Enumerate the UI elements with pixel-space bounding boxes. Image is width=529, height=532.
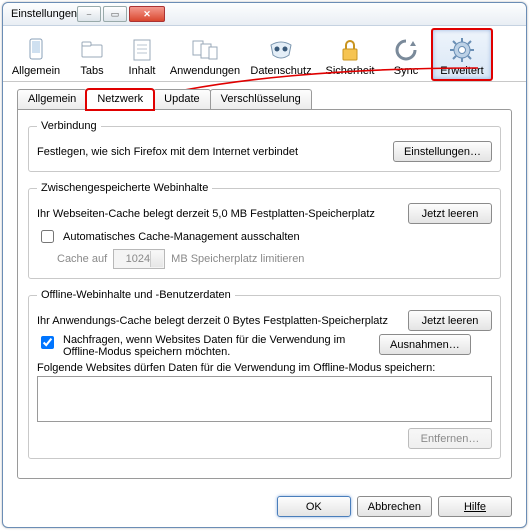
category-sync[interactable]: Sync bbox=[381, 28, 431, 81]
device-icon bbox=[21, 35, 51, 65]
cache-limit-pre: Cache auf bbox=[57, 253, 107, 265]
gear-icon bbox=[447, 35, 477, 65]
category-label: Datenschutz bbox=[250, 65, 311, 77]
cache-desc: Ihr Webseiten-Cache belegt derzeit 5,0 M… bbox=[37, 208, 402, 220]
connection-legend: Verbindung bbox=[37, 120, 101, 132]
category-tabs[interactable]: Tabs bbox=[67, 28, 117, 81]
category-label: Sicherheit bbox=[326, 65, 375, 77]
maximize-button[interactable]: ▭ bbox=[103, 6, 127, 22]
offline-list-label: Folgende Websites dürfen Daten für die V… bbox=[37, 362, 435, 374]
category-label: Tabs bbox=[80, 65, 103, 77]
settings-window: Einstellungen ⎯ ▭ ✕ Allgemein Tabs Inhal… bbox=[2, 2, 527, 528]
category-applications[interactable]: Anwendungen bbox=[167, 28, 243, 81]
category-label: Inhalt bbox=[129, 65, 156, 77]
cache-legend: Zwischengespeicherte Webinhalte bbox=[37, 182, 212, 194]
subtab-bar: Allgemein Netzwerk Update Verschlüsselun… bbox=[3, 82, 526, 109]
category-label: Anwendungen bbox=[170, 65, 240, 77]
apps-icon bbox=[190, 35, 220, 65]
connection-settings-button[interactable]: Einstellungen… bbox=[393, 141, 492, 162]
offline-exceptions-button[interactable]: Ausnahmen… bbox=[379, 334, 471, 355]
category-label: Sync bbox=[394, 65, 418, 77]
close-button[interactable]: ✕ bbox=[129, 6, 165, 22]
category-general[interactable]: Allgemein bbox=[5, 28, 67, 81]
cache-group: Zwischengespeicherte Webinhalte Ihr Webs… bbox=[28, 182, 501, 279]
subtab-encryption[interactable]: Verschlüsselung bbox=[210, 89, 312, 109]
offline-remove-button: Entfernen… bbox=[408, 428, 492, 449]
category-advanced[interactable]: Erweitert bbox=[431, 28, 493, 81]
subtab-network[interactable]: Netzwerk bbox=[86, 89, 154, 110]
category-content[interactable]: Inhalt bbox=[117, 28, 167, 81]
cancel-button[interactable]: Abbrechen bbox=[357, 496, 432, 517]
category-label: Erweitert bbox=[440, 65, 483, 77]
offline-desc: Ihr Anwendungs-Cache belegt derzeit 0 By… bbox=[37, 315, 402, 327]
help-button[interactable]: Hilfe bbox=[438, 496, 512, 517]
document-icon bbox=[127, 35, 157, 65]
offline-group: Offline-Webinhalte und -Benutzerdaten Ih… bbox=[28, 289, 501, 459]
offline-ask-checkbox[interactable] bbox=[41, 336, 54, 349]
connection-group: Verbindung Festlegen, wie sich Firefox m… bbox=[28, 120, 501, 172]
cache-auto-off-checkbox[interactable] bbox=[41, 230, 54, 243]
titlebar: Einstellungen ⎯ ▭ ✕ bbox=[3, 3, 526, 26]
mask-icon bbox=[266, 35, 296, 65]
offline-legend: Offline-Webinhalte und -Benutzerdaten bbox=[37, 289, 235, 301]
cache-limit-input: 1024 bbox=[113, 249, 165, 269]
offline-sites-listbox[interactable] bbox=[37, 376, 492, 422]
window-title: Einstellungen bbox=[11, 8, 77, 20]
subtab-update[interactable]: Update bbox=[153, 89, 210, 109]
category-security[interactable]: Sicherheit bbox=[319, 28, 381, 81]
cache-limit-post: MB Speicherplatz limitieren bbox=[171, 253, 304, 265]
category-label: Allgemein bbox=[12, 65, 60, 77]
lock-icon bbox=[335, 35, 365, 65]
sync-icon bbox=[391, 35, 421, 65]
ok-button[interactable]: OK bbox=[277, 496, 351, 517]
offline-ask-label: Nachfragen, wenn Websites Daten für die … bbox=[63, 334, 373, 358]
category-toolbar: Allgemein Tabs Inhalt Anwendungen Datens… bbox=[3, 26, 526, 82]
network-panel: Verbindung Festlegen, wie sich Firefox m… bbox=[17, 109, 512, 479]
offline-clear-button[interactable]: Jetzt leeren bbox=[408, 310, 492, 331]
category-privacy[interactable]: Datenschutz bbox=[243, 28, 319, 81]
folder-icon bbox=[77, 35, 107, 65]
cache-auto-off-label: Automatisches Cache-Management ausschalt… bbox=[63, 231, 300, 243]
dialog-buttons: OK Abbrechen Hilfe bbox=[3, 488, 526, 527]
minimize-button[interactable]: ⎯ bbox=[77, 6, 101, 22]
connection-desc: Festlegen, wie sich Firefox mit dem Inte… bbox=[37, 146, 387, 158]
cache-clear-button[interactable]: Jetzt leeren bbox=[408, 203, 492, 224]
subtab-general[interactable]: Allgemein bbox=[17, 89, 87, 109]
